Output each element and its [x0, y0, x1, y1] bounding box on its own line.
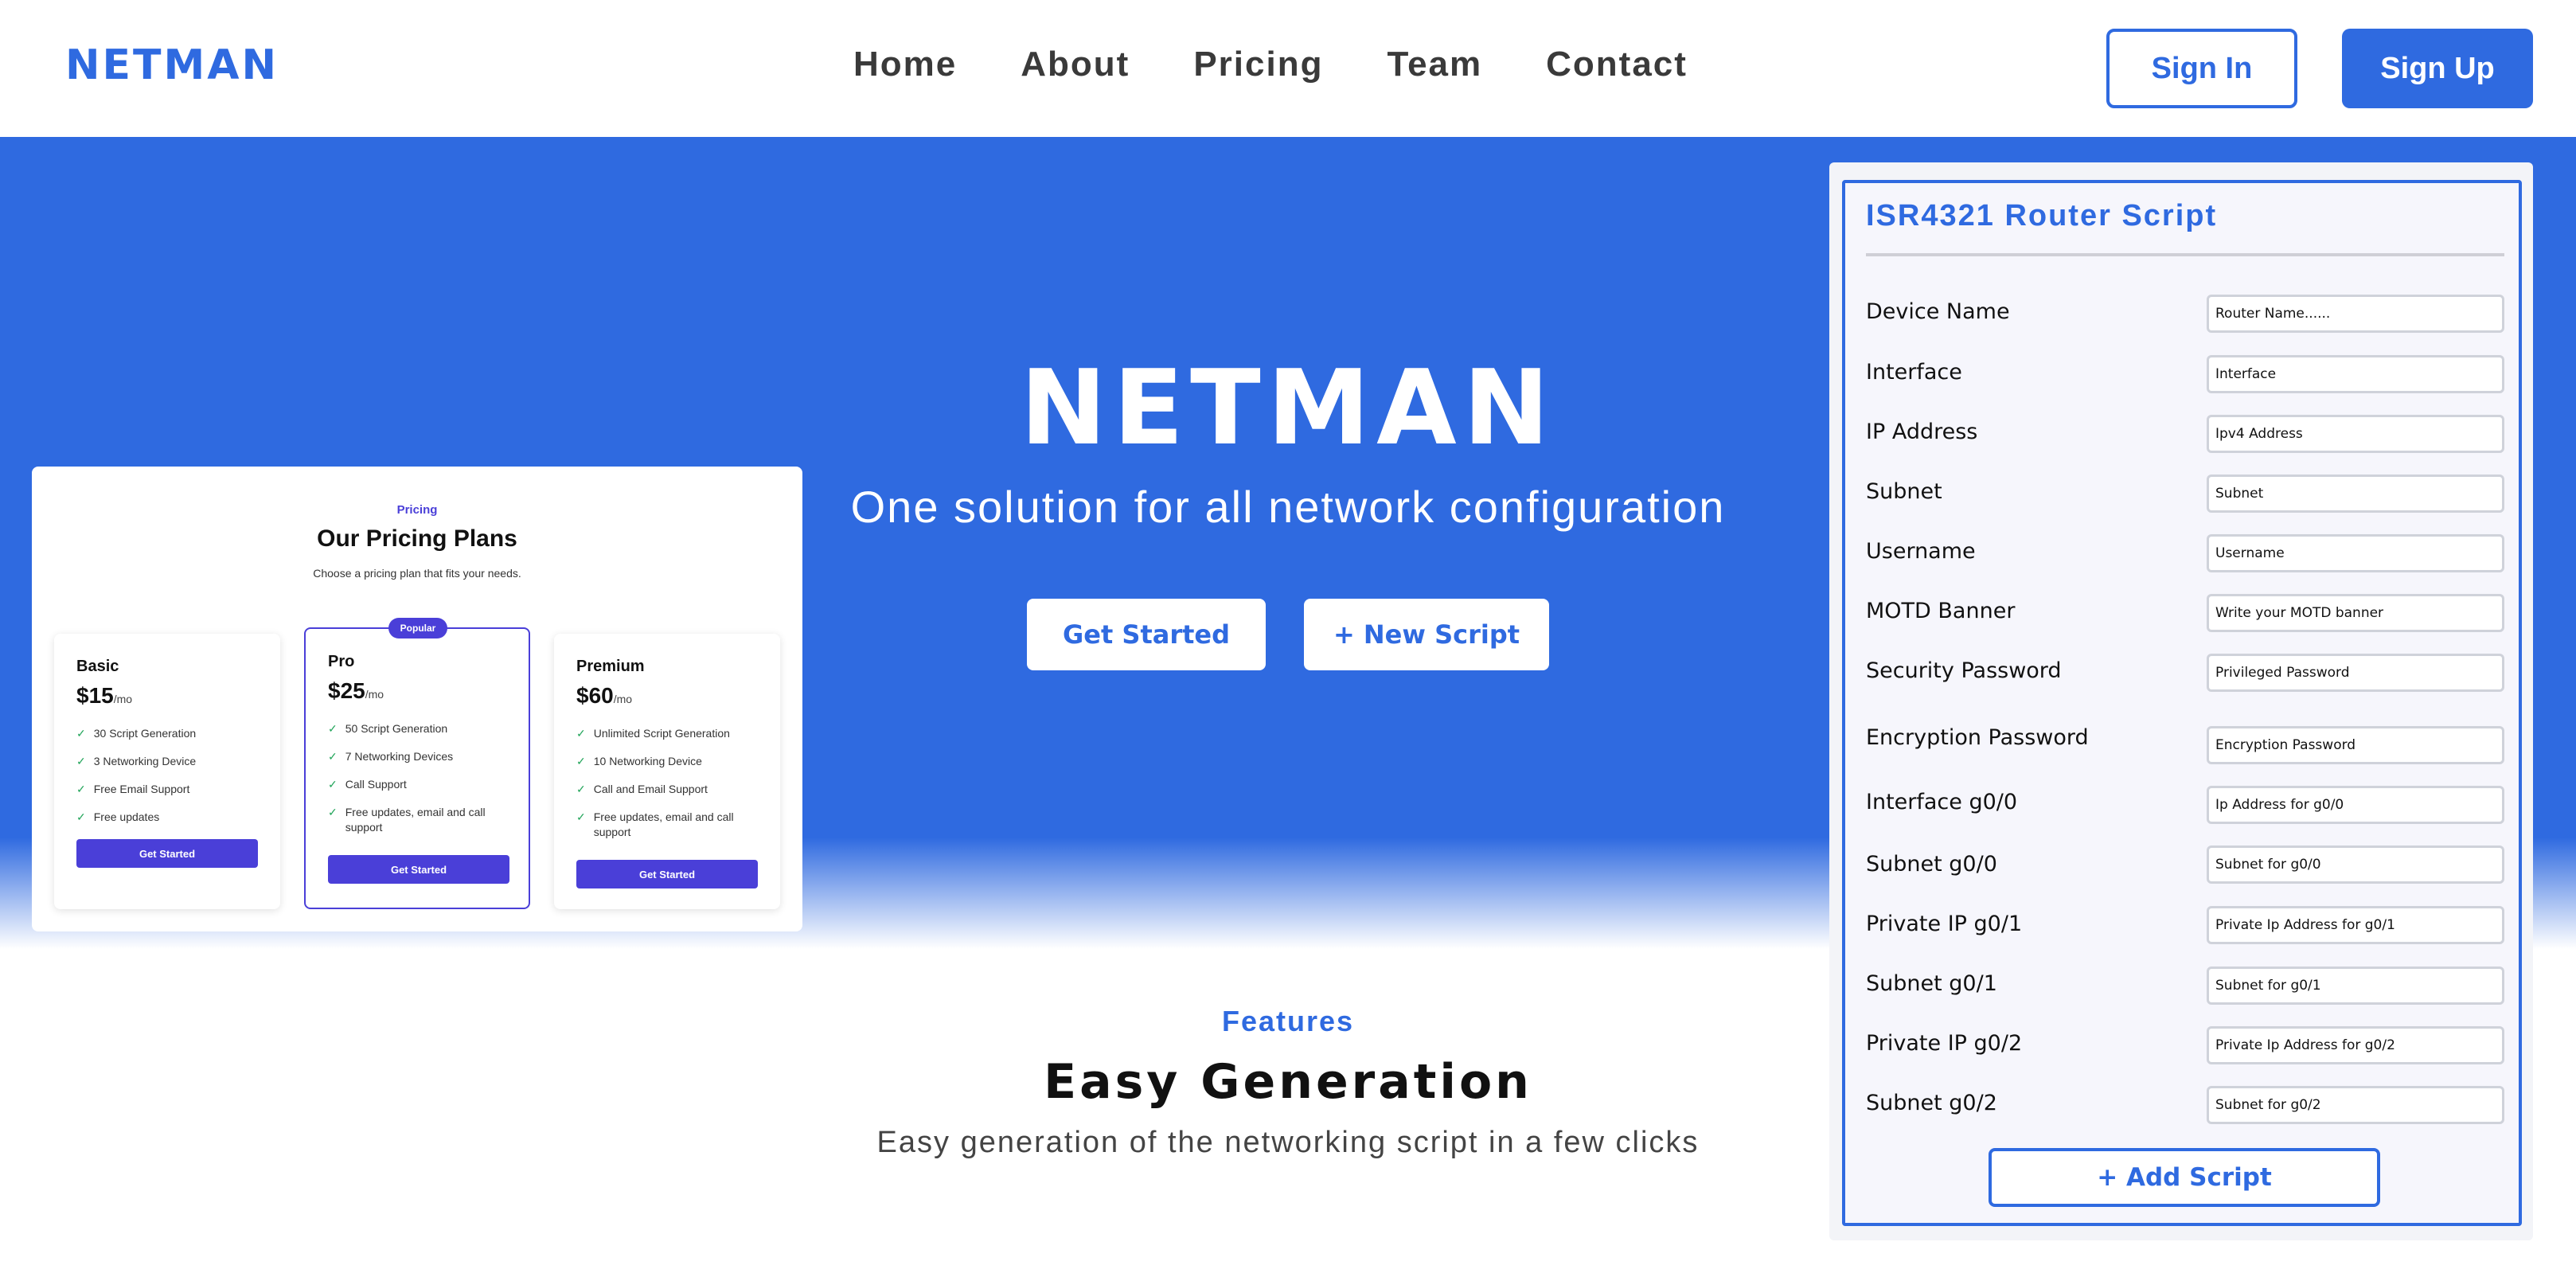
- check-icon: ✓: [328, 750, 338, 763]
- private-ip-g0-1-input[interactable]: [2207, 906, 2504, 944]
- plan-feature: ✓ 3 Networking Device: [76, 755, 197, 767]
- plan-feature: ✓ 7 Networking Devices: [328, 750, 454, 763]
- pricing-kicker: Pricing: [396, 503, 438, 517]
- check-icon: ✓: [76, 810, 86, 823]
- field-label-subnet-g0-0: Subnet g0/0: [1866, 852, 1997, 877]
- plan-feature-list: ✓ Unlimited Script Generation ✓ 10 Network…: [576, 726, 767, 853]
- field-label-motd-banner: MOTD Banner: [1866, 599, 2016, 623]
- field-label-subnet-g0-1: Subnet g0/1: [1866, 971, 1997, 996]
- nav-link-contact[interactable]: Contact: [1546, 45, 1688, 84]
- router-script-form: ISR4321 Router Script Device Name Interf…: [1842, 180, 2522, 1226]
- field-label-security-password: Security Password: [1866, 658, 2062, 683]
- ip-address-input[interactable]: [2207, 415, 2504, 453]
- sign-in-button[interactable]: Sign In: [2106, 29, 2297, 108]
- sign-up-button[interactable]: Sign Up: [2342, 29, 2533, 108]
- field-label-username: Username: [1866, 539, 1976, 564]
- check-icon: ✓: [328, 806, 338, 818]
- plan-feature: ✓ Unlimited Script Generation: [576, 727, 730, 740]
- plan-feature: ✓ Free updates: [76, 810, 160, 823]
- subnet-g0-0-input[interactable]: [2207, 845, 2504, 884]
- plan-feature: ✓ Call Support: [328, 778, 407, 791]
- field-label-subnet: Subnet: [1866, 479, 1942, 504]
- title-divider: [1866, 253, 2504, 256]
- plan-feature-list: ✓ 30 Script Generation ✓ 3 Networking Devi…: [76, 726, 267, 838]
- security-password-input[interactable]: [2207, 654, 2504, 692]
- plan-feature: ✓ Free updates, email and call support: [576, 810, 734, 838]
- new-script-button[interactable]: + New Script: [1304, 599, 1549, 670]
- motd-banner-input[interactable]: [2207, 594, 2504, 632]
- check-icon: ✓: [328, 722, 338, 735]
- popular-badge: Popular: [388, 618, 447, 638]
- plan-feature: ✓ Free updates, email and call support: [328, 806, 486, 834]
- interface-input[interactable]: [2207, 355, 2504, 393]
- pricing-subtitle: Choose a pricing plan that fits your nee…: [313, 567, 521, 580]
- device-name-input[interactable]: [2207, 295, 2504, 333]
- plan-feature-list: ✓ 50 Script Generation ✓ 7 Networking Devi…: [328, 721, 519, 848]
- subnet-input[interactable]: [2207, 474, 2504, 513]
- plan-get-started-button[interactable]: Get Started: [328, 855, 509, 884]
- check-icon: ✓: [76, 783, 86, 795]
- plan-price: $60/mo: [576, 683, 633, 708]
- pricing-title: Our Pricing Plans: [317, 525, 517, 552]
- add-script-button[interactable]: + Add Script: [1989, 1148, 2380, 1207]
- plan-name: Pro: [328, 653, 355, 670]
- plan-get-started-button[interactable]: Get Started: [76, 839, 258, 868]
- plan-feature: ✓ 10 Networking Device: [576, 755, 702, 767]
- pricing-preview-card: Pricing Our Pricing Plans Choose a prici…: [32, 467, 802, 931]
- nav-link-pricing[interactable]: Pricing: [1193, 45, 1323, 84]
- plan-price: $15/mo: [76, 683, 133, 708]
- field-label-private-ip-g0-1: Private IP g0/1: [1866, 912, 2023, 936]
- subnet-g0-1-input[interactable]: [2207, 967, 2504, 1005]
- nav-link-home[interactable]: Home: [853, 45, 957, 84]
- plan-feature: ✓ Call and Email Support: [576, 783, 708, 795]
- features-subtitle: Easy generation of the networking script…: [876, 1126, 1700, 1159]
- brand-logo[interactable]: NETMAN: [65, 41, 279, 89]
- check-icon: ✓: [576, 727, 586, 740]
- nav-link-about[interactable]: About: [1021, 45, 1130, 84]
- plan-get-started-button[interactable]: Get Started: [576, 860, 758, 888]
- plan-card-premium: Premium $60/mo ✓ Unlimited Script Generat…: [554, 634, 780, 909]
- router-script-panel: ISR4321 Router Script Device Name Interf…: [1829, 162, 2533, 1240]
- top-navbar: NETMAN Home About Pricing Team Contact S…: [0, 0, 2576, 137]
- interface-g0-0-input[interactable]: [2207, 786, 2504, 824]
- field-label-device-name: Device Name: [1866, 299, 2010, 324]
- subnet-g0-2-input[interactable]: [2207, 1086, 2504, 1124]
- plan-name: Basic: [76, 658, 119, 675]
- hero-title: NETMAN: [1020, 347, 1556, 468]
- plan-feature: ✓ 50 Script Generation: [328, 722, 448, 735]
- plan-price: $25/mo: [328, 678, 384, 703]
- features-kicker: Features: [1221, 1005, 1355, 1037]
- form-title: ISR4321 Router Script: [1866, 199, 2218, 232]
- hero-subtitle: One solution for all network configurati…: [850, 482, 1726, 532]
- main-menu: Home About Pricing Team Contact: [853, 45, 1688, 84]
- field-label-subnet-g0-2: Subnet g0/2: [1866, 1091, 1997, 1115]
- username-input[interactable]: [2207, 534, 2504, 572]
- check-icon: ✓: [76, 755, 86, 767]
- nav-link-team[interactable]: Team: [1387, 45, 1482, 84]
- check-icon: ✓: [576, 810, 586, 823]
- field-label-interface: Interface: [1866, 360, 1962, 385]
- field-label-private-ip-g0-2: Private IP g0/2: [1866, 1031, 2023, 1056]
- plan-card-basic: Basic $15/mo ✓ 30 Script Generation ✓ 3 Ne…: [54, 634, 280, 909]
- plan-card-pro: Popular Pro $25/mo ✓ 50 Script Generation…: [304, 618, 530, 909]
- private-ip-g0-2-input[interactable]: [2207, 1026, 2504, 1064]
- field-label-encryption-password: Encryption Password: [1866, 725, 2089, 750]
- check-icon: ✓: [576, 783, 586, 795]
- field-label-interface-g0-0: Interface g0/0: [1866, 790, 2018, 814]
- check-icon: ✓: [576, 755, 586, 767]
- plan-feature: ✓ Free Email Support: [76, 783, 190, 795]
- field-label-ip-address: IP Address: [1866, 420, 1978, 444]
- check-icon: ✓: [76, 727, 86, 740]
- plan-name: Premium: [576, 658, 645, 675]
- plan-feature: ✓ 30 Script Generation: [76, 727, 197, 740]
- check-icon: ✓: [328, 778, 338, 791]
- encryption-password-input[interactable]: [2207, 726, 2504, 764]
- get-started-button[interactable]: Get Started: [1027, 599, 1266, 670]
- features-title: Easy Generation: [1044, 1054, 1532, 1110]
